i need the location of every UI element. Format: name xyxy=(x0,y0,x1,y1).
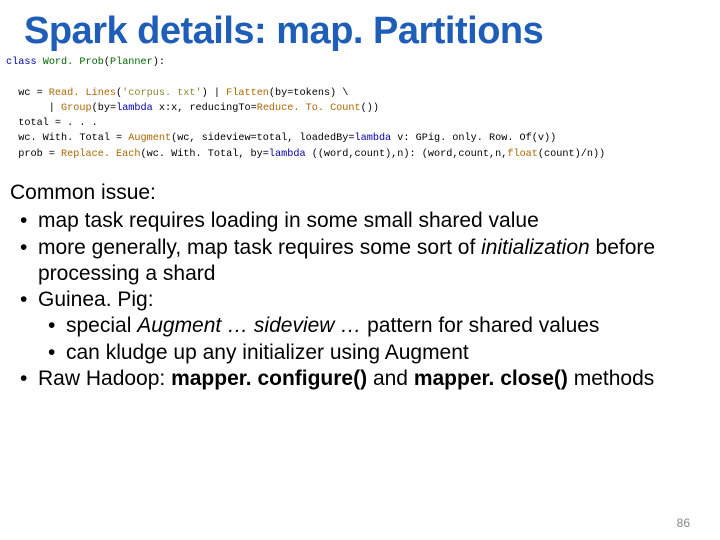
bullet-item: Raw Hadoop: mapper. configure() and mapp… xyxy=(10,366,690,392)
bullet-bold: mapper. configure() xyxy=(171,367,367,390)
code-text: (wc, sideview=total, loadedBy= xyxy=(171,133,354,144)
bullet-text: more generally, map task requires some s… xyxy=(38,236,481,259)
page-number: 86 xyxy=(677,516,690,530)
code-text: (by=tokens) \ xyxy=(269,88,348,99)
code-func: Replace. Each xyxy=(61,149,140,160)
bullet-text: map task requires loading in some small … xyxy=(38,209,539,232)
code-text: (count)/n)) xyxy=(538,149,605,160)
bullet-item: Guinea. Pig: special Augment … sideview … xyxy=(10,287,690,366)
code-text: ((word,count),n): (word,count,n, xyxy=(306,149,508,160)
bullet-bold: mapper. close() xyxy=(414,367,568,390)
bullet-text: Raw Hadoop: xyxy=(38,367,171,390)
bullet-emph: Augment … sideview … xyxy=(137,314,361,337)
code-str: 'corpus. txt' xyxy=(122,88,201,99)
sub-bullet-item: can kludge up any initializer using Augm… xyxy=(38,340,690,366)
code-func: Read. Lines xyxy=(49,88,116,99)
bullet-item: more generally, map task requires some s… xyxy=(10,235,690,288)
code-func: float xyxy=(507,149,538,160)
code-kw: class xyxy=(6,57,37,68)
code-text: wc = xyxy=(6,88,49,99)
body-heading: Common issue: xyxy=(10,180,690,206)
bullet-item: map task requires loading in some small … xyxy=(10,208,690,234)
code-kw: lambda xyxy=(116,103,153,114)
code-name: Word. Prob xyxy=(43,57,104,68)
code-name: Planner xyxy=(110,57,153,68)
bullet-text: and xyxy=(367,367,414,390)
code-text: x:x, reducingTo= xyxy=(153,103,257,114)
code-text: prob = xyxy=(6,149,61,160)
code-text: total = . . . xyxy=(6,118,98,129)
code-block: class Word. Prob(Planner): wc = Read. Li… xyxy=(0,55,720,162)
bullet-text: can kludge up any initializer using Augm… xyxy=(66,341,469,364)
code-text: wc. With. Total = xyxy=(6,133,128,144)
code-text: ): xyxy=(153,57,165,68)
bullet-text: Guinea. Pig: xyxy=(38,288,154,311)
code-text: (wc. With. Total, by= xyxy=(141,149,269,160)
slide-title: Spark details: map. Partitions xyxy=(0,0,720,55)
code-func: Flatten xyxy=(226,88,269,99)
code-text: (by= xyxy=(92,103,116,114)
code-func: Group xyxy=(61,103,92,114)
code-text: ()) xyxy=(361,103,379,114)
code-kw: lambda xyxy=(354,133,391,144)
bullet-text: special xyxy=(66,314,137,337)
code-kw: lambda xyxy=(269,149,306,160)
bullet-text: methods xyxy=(568,367,654,390)
body-text: Common issue: map task requires loading … xyxy=(0,162,720,392)
code-func: Reduce. To. Count xyxy=(257,103,361,114)
code-text: | xyxy=(6,103,61,114)
bullet-text: pattern for shared values xyxy=(361,314,599,337)
code-text: ) | xyxy=(202,88,226,99)
code-func: Augment xyxy=(128,133,171,144)
code-text: v: GPig. only. Row. Of(v)) xyxy=(391,133,556,144)
sub-bullet-item: special Augment … sideview … pattern for… xyxy=(38,313,690,339)
bullet-emph: initialization xyxy=(481,236,590,259)
